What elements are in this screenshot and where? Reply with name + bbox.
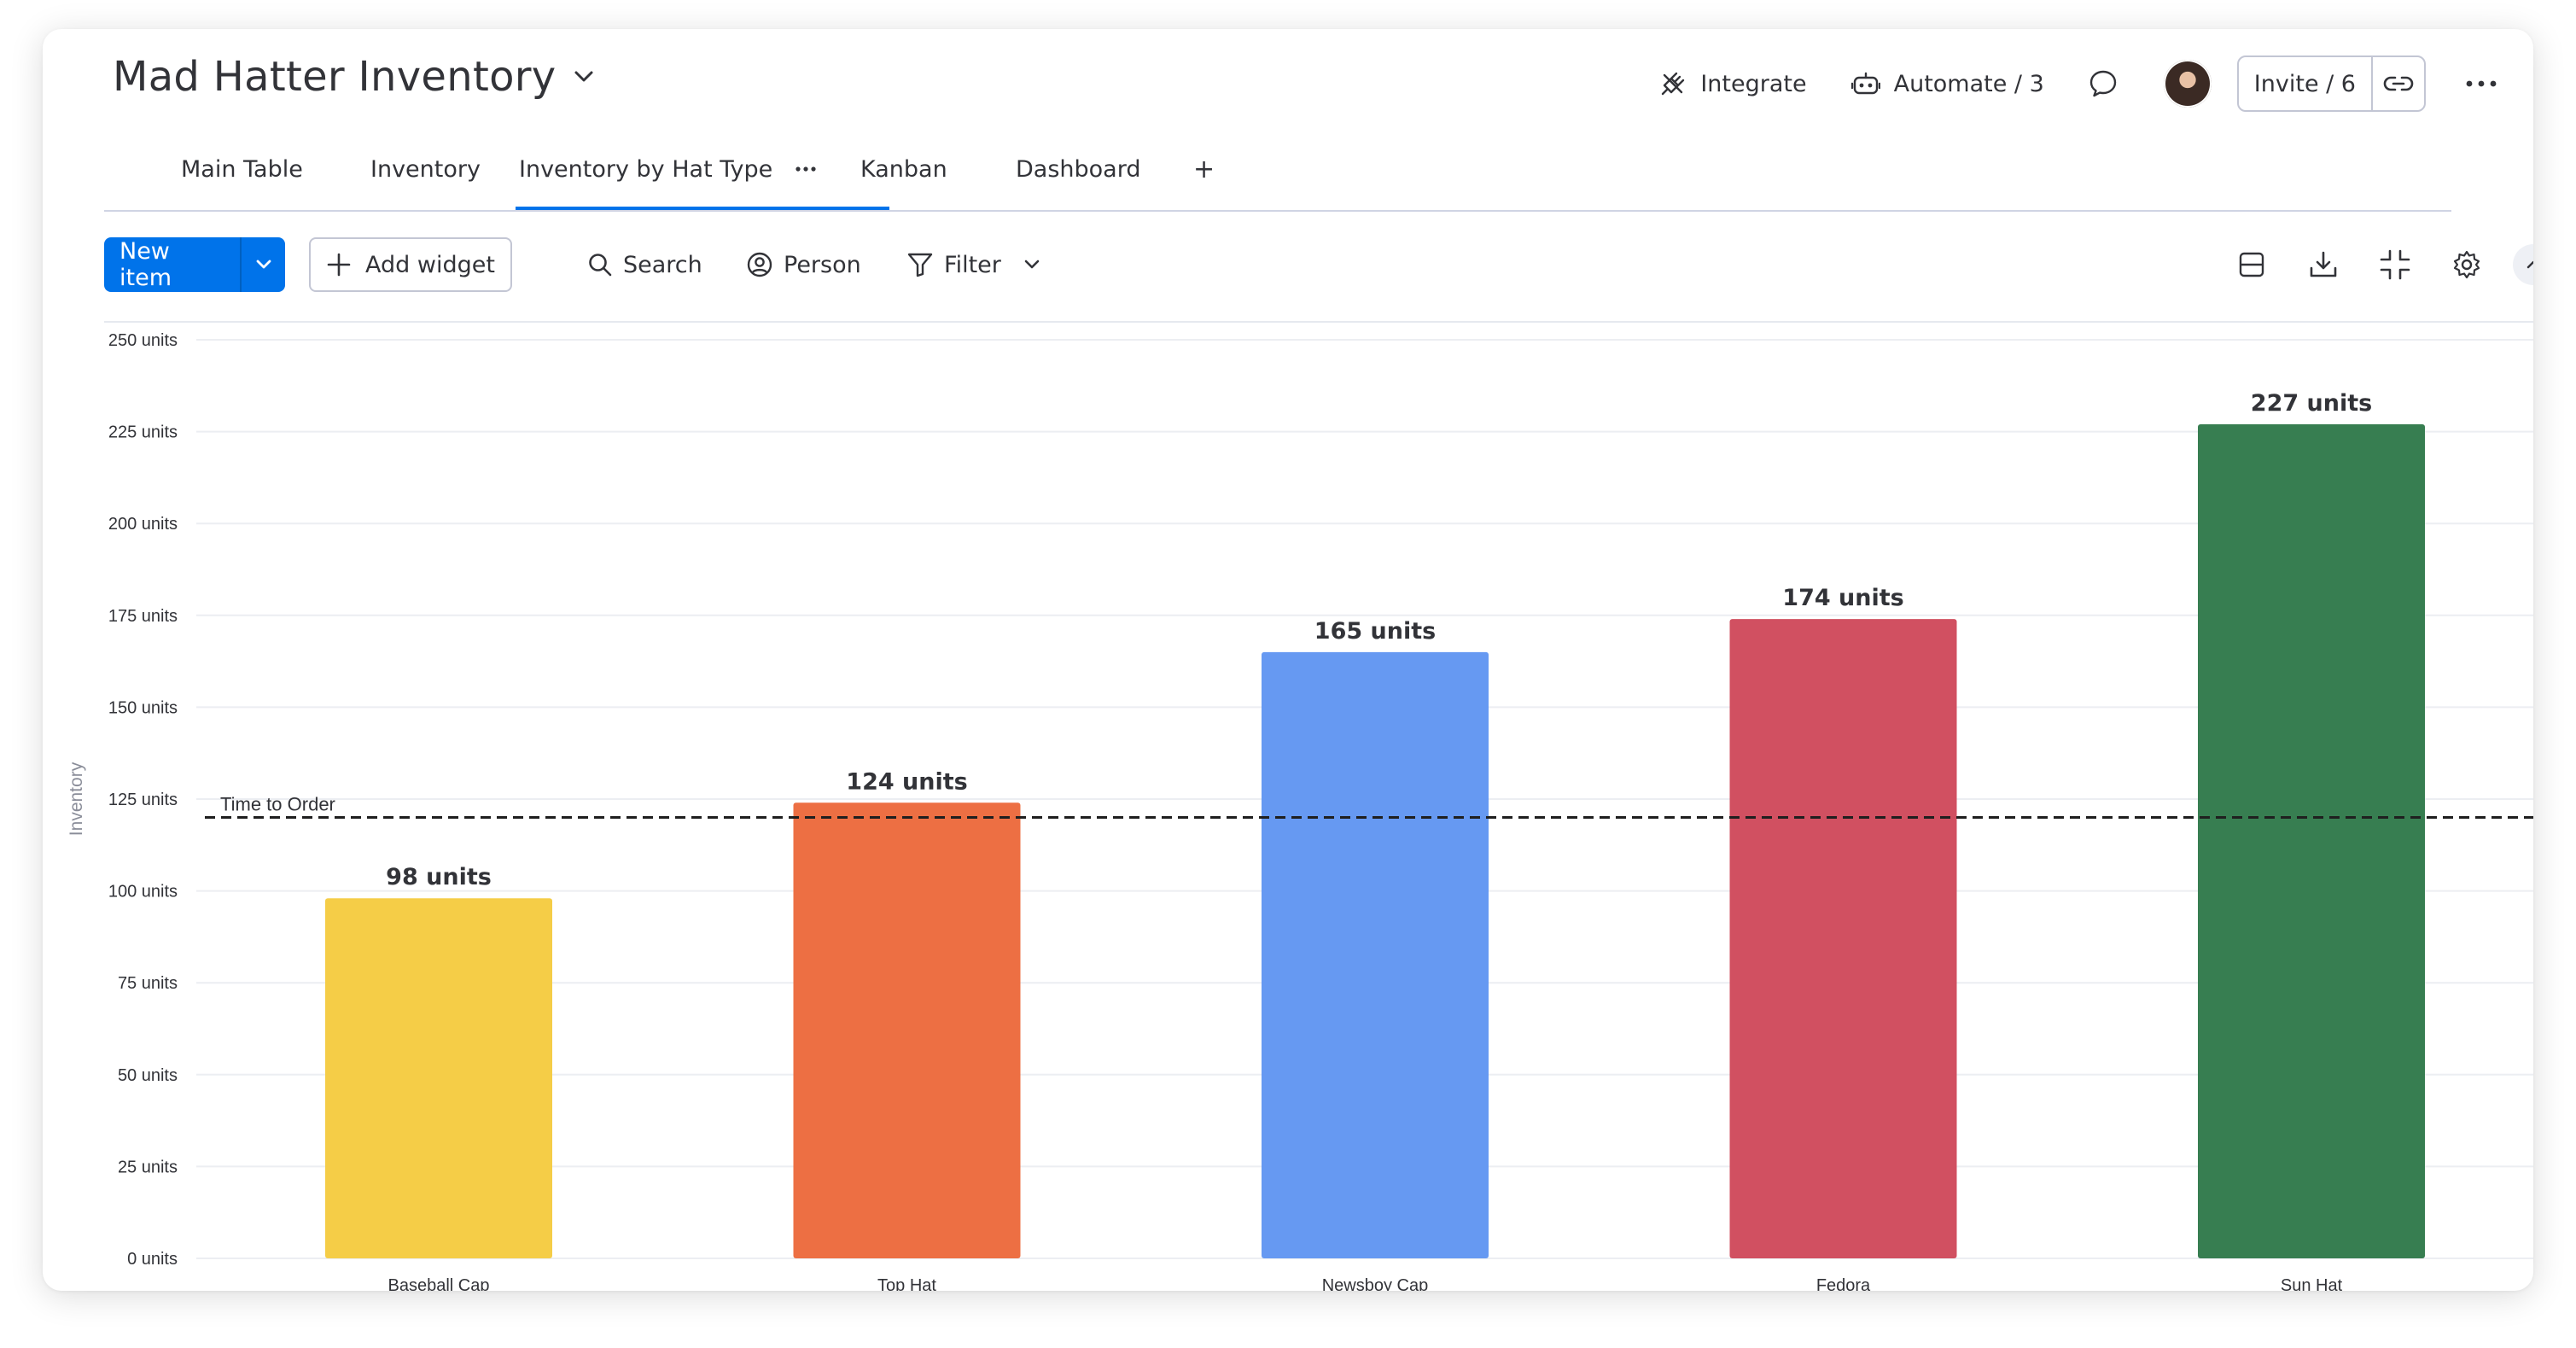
avatar[interactable] <box>2163 60 2212 108</box>
new-item-button-group: New item <box>104 237 285 292</box>
tab-label: Dashboard <box>1016 155 1141 183</box>
x-tick-label: Sun Hat <box>2281 1276 2343 1291</box>
bar <box>793 802 1021 1258</box>
y-tick-label: 0 units <box>127 1250 178 1269</box>
app-window: Mad Hatter Inventory Integrate Automate … <box>43 29 2533 1291</box>
add-widget-button[interactable]: Add widget <box>309 237 512 292</box>
bar <box>1262 651 1489 1258</box>
add-view-button[interactable]: + <box>1193 130 1215 208</box>
person-label: Person <box>784 251 861 278</box>
tab-main-table[interactable]: Main Table <box>181 130 303 208</box>
filter-button[interactable]: Filter <box>906 237 1051 292</box>
y-tick-label: 150 units <box>108 698 178 717</box>
tab-inventory[interactable]: Inventory <box>370 130 481 208</box>
x-tick-label: Newsboy Cap <box>1322 1276 1429 1291</box>
tab-options-dots-icon[interactable] <box>795 166 817 172</box>
y-tick-label: 125 units <box>108 791 178 809</box>
chevron-down-icon[interactable] <box>1023 259 1040 271</box>
chevron-down-icon[interactable] <box>240 237 285 292</box>
plus-icon <box>327 253 351 277</box>
new-item-label: New item <box>119 238 172 291</box>
search-icon <box>589 254 612 277</box>
tab-dashboard[interactable]: Dashboard <box>1016 130 1140 208</box>
invite-label: Invite / 6 <box>2253 70 2356 97</box>
bar-value-label: 165 units <box>1314 618 1436 645</box>
bar <box>2198 423 2425 1258</box>
integrate-label: Integrate <box>1700 70 1807 97</box>
y-tick-label: 25 units <box>118 1158 178 1176</box>
layout-icon[interactable] <box>2231 244 2272 285</box>
settings-gear-icon[interactable] <box>2446 244 2487 285</box>
search-button[interactable]: Search <box>587 237 702 292</box>
tab-kanban[interactable]: Kanban <box>860 130 947 208</box>
invite-button[interactable]: Invite / 6 <box>2239 57 2371 110</box>
top-actions: Integrate Automate / 3 Invite / 6 <box>1659 55 2497 112</box>
add-widget-label: Add widget <box>365 251 495 278</box>
bar-value-label: 98 units <box>386 864 492 890</box>
tab-label: Main Table <box>181 155 303 183</box>
chat-bubble-icon[interactable] <box>2089 69 2118 98</box>
integrate-button[interactable]: Integrate <box>1659 70 1807 97</box>
view-tabs: Main Table Inventory Inventory by Hat Ty… <box>104 130 2451 212</box>
invite-group: Invite / 6 <box>2236 55 2426 112</box>
y-axis-label: Inventory <box>67 762 86 836</box>
robot-icon <box>1850 72 1880 95</box>
y-tick-label: 75 units <box>118 974 178 993</box>
chevron-up-icon[interactable] <box>2513 244 2533 285</box>
bar-value-label: 174 units <box>1782 585 1903 611</box>
person-icon <box>747 252 772 277</box>
tab-inventory-by-hat-type[interactable]: Inventory by Hat Type <box>516 130 889 210</box>
automate-label: Automate / 3 <box>1893 70 2044 97</box>
add-view-label: + <box>1193 154 1215 184</box>
filter-label: Filter <box>944 251 1001 278</box>
automate-button[interactable]: Automate / 3 <box>1850 70 2044 97</box>
chevron-down-icon[interactable] <box>574 65 597 89</box>
collapse-arrows-icon[interactable] <box>2375 244 2416 285</box>
integrate-plug-icon <box>1662 72 1685 96</box>
tab-label: Inventory by Hat Type <box>519 155 773 183</box>
download-icon[interactable] <box>2303 244 2344 285</box>
link-icon[interactable] <box>2371 57 2424 110</box>
search-label: Search <box>623 251 702 278</box>
person-filter-button[interactable]: Person <box>746 237 861 292</box>
tab-label: Inventory <box>370 155 481 183</box>
tab-label: Kanban <box>860 155 947 183</box>
bar-value-label: 124 units <box>846 768 967 795</box>
bar-value-label: 227 units <box>2251 390 2372 417</box>
x-tick-label: Fedora <box>1816 1276 1871 1291</box>
inventory-bar-chart: 0 units 25 units 50 units 75 units 100 units… <box>67 331 2533 1291</box>
more-dots-icon[interactable] <box>2465 79 2497 88</box>
x-tick-label: Top Hat <box>877 1276 936 1291</box>
new-item-button[interactable]: New item <box>104 237 240 292</box>
y-tick-label: 225 units <box>108 423 178 442</box>
bar <box>325 898 552 1258</box>
y-tick-label: 175 units <box>108 607 178 626</box>
y-tick-label: 100 units <box>108 883 178 902</box>
filter-icon <box>907 253 933 277</box>
reference-line-label: Time to Order <box>220 794 335 815</box>
y-tick-label: 50 units <box>118 1066 178 1085</box>
y-tick-label: 250 units <box>108 331 178 350</box>
board-title[interactable]: Mad Hatter Inventory <box>113 53 557 101</box>
x-tick-label: Baseball Cap <box>388 1276 490 1291</box>
board-title-area: Mad Hatter Inventory <box>113 53 597 101</box>
y-tick-label: 200 units <box>108 515 178 534</box>
bar <box>1729 619 1957 1258</box>
